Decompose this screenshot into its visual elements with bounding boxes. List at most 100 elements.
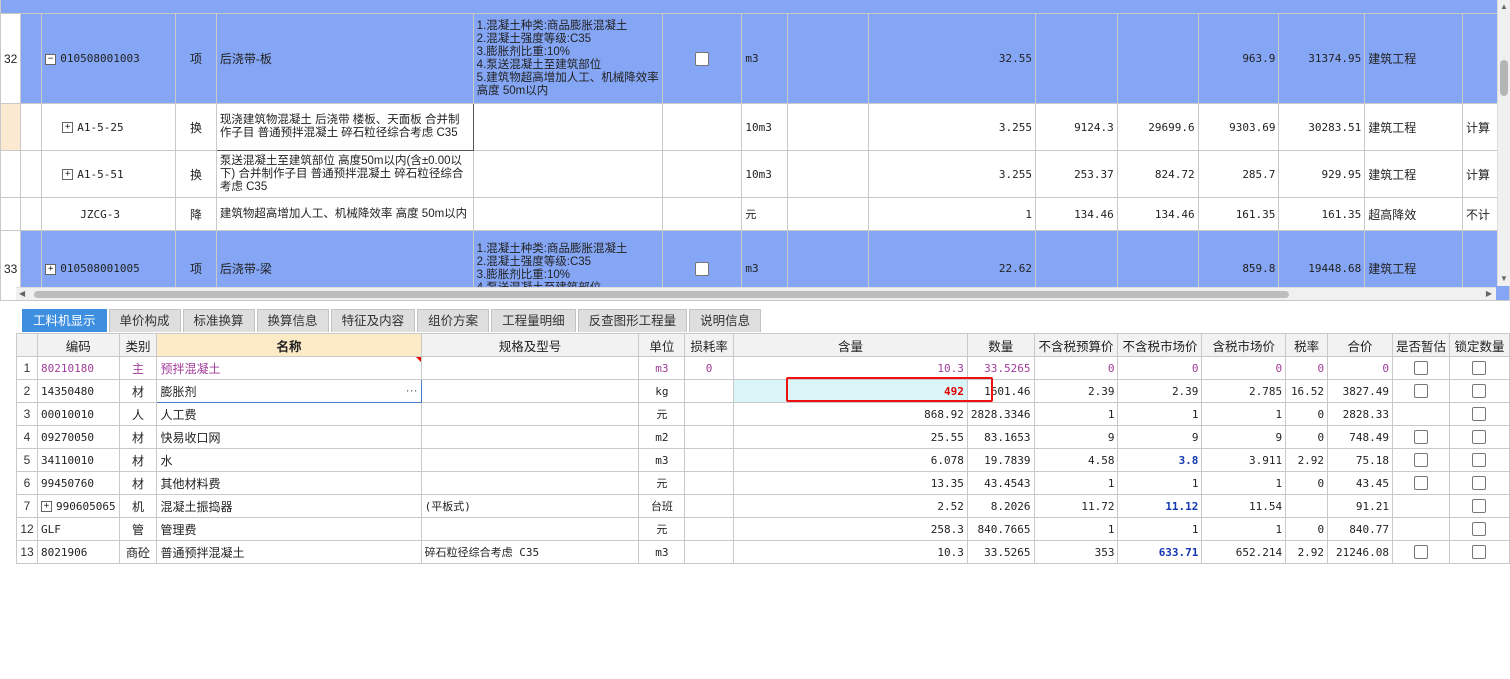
loss-rate[interactable] [684, 425, 735, 449]
scrollbar-thumb[interactable] [1500, 60, 1508, 96]
table-row[interactable]: 1 80210180 主预拌混凝土 m3 0 10.3 33.5265 0 0 0 0 0 [16, 356, 1510, 380]
column-header[interactable]: 税率 [1285, 333, 1329, 357]
resource-code[interactable]: 09270050 [36, 425, 120, 449]
tab-7[interactable]: 工程量明细 [491, 309, 576, 332]
checkbox-cell[interactable] [661, 197, 743, 231]
column-header[interactable]: 编码 [36, 333, 120, 357]
resource-name[interactable]: 预拌混凝土 [156, 356, 422, 380]
checkbox-cell[interactable] [661, 103, 743, 151]
table-row[interactable]: 13 8021906 商砼 普通预拌混凝土 碎石粒径综合考虑 C35 m3 10.3 33.5… [16, 540, 1510, 564]
market-price[interactable]: 3.8 [1117, 448, 1203, 472]
lock-quantity-checkbox[interactable] [1472, 430, 1487, 445]
estimate-checkbox[interactable] [1413, 453, 1428, 468]
vertical-scrollbar[interactable]: ▲ ▼ [1497, 0, 1510, 286]
list-row[interactable]: + A1-5-25 换现浇建筑物混凝土 后浇带 楼板、天面板 合并制作子目 普通预拌… [0, 103, 1510, 151]
list-row[interactable]: 32−010508001003 项后浇带-板 1.混凝土种类:商品膨胀混凝土 2.混凝… [0, 13, 1510, 104]
column-header[interactable]: 名称 [156, 333, 422, 357]
market-price[interactable]: 1 [1117, 402, 1203, 426]
tab-9[interactable]: 说明信息 [689, 309, 762, 332]
column-header[interactable]: 类别 [118, 333, 158, 357]
column-header[interactable]: 合价 [1327, 333, 1393, 357]
lock-cell[interactable] [1448, 402, 1510, 426]
loss-rate[interactable] [684, 379, 735, 403]
market-price[interactable]: 0 [1117, 356, 1203, 380]
estimate-cell[interactable] [1391, 425, 1450, 449]
estimate-checkbox[interactable] [1413, 361, 1428, 376]
content-amount[interactable]: 10.3 [733, 356, 968, 380]
column-header[interactable]: 是否暂估 [1391, 333, 1450, 357]
tab-5[interactable]: 特征及内容 [330, 309, 416, 332]
resource-name[interactable]: ··· 膨胀剂 [156, 379, 422, 403]
table-row[interactable]: 3 00010010 人人工费元 868.92 2828.3346 1 1 1 0 2828.33 [16, 402, 1510, 426]
item-name[interactable]: 现浇建筑物混凝土 后浇带 楼板、天面板 合并制作子目 普通预拌混凝土 碎石粒径综… [215, 103, 474, 151]
resource-name[interactable]: 管理费 [156, 517, 422, 541]
resource-code[interactable]: +990605065 [36, 494, 120, 518]
tab-4[interactable]: 换算信息 [256, 309, 329, 332]
estimate-checkbox[interactable] [1413, 476, 1428, 491]
tab-8[interactable]: 反查图形工程量 [577, 309, 688, 332]
table-row[interactable]: 4 09270050 材快易收口网 m2 25.55 83.1653 9 9 9 0 748.49 [16, 425, 1510, 449]
lock-quantity-checkbox[interactable] [1472, 545, 1487, 560]
lock-cell[interactable] [1448, 425, 1510, 449]
market-price[interactable]: 11.12 [1117, 494, 1203, 518]
item-name[interactable]: 后浇带-板 [215, 13, 474, 104]
expand-icon[interactable]: + [62, 169, 74, 180]
market-price[interactable]: 1 [1117, 471, 1203, 495]
lock-cell[interactable] [1448, 540, 1510, 564]
column-header[interactable]: 不含税市场价 [1117, 333, 1203, 357]
table-row[interactable]: 5 34110010 材水 m3 6.078 19.7839 4.58 3.8 3.911 2.9… [16, 448, 1510, 472]
estimate-cell[interactable] [1391, 356, 1450, 380]
estimate-cell[interactable] [1391, 402, 1450, 426]
content-amount[interactable]: 13.35 [733, 471, 968, 495]
column-header[interactable]: 规格及型号 [420, 333, 640, 357]
loss-rate[interactable] [684, 494, 735, 518]
scrollbar-thumb[interactable] [34, 291, 1289, 298]
market-price[interactable]: 633.71 [1117, 540, 1203, 564]
estimate-checkbox[interactable] [1413, 384, 1428, 399]
checkbox[interactable] [695, 261, 710, 276]
tab-1[interactable]: 工料机显示 [22, 309, 107, 332]
lock-cell[interactable] [1448, 471, 1510, 495]
column-header[interactable]: 含税市场价 [1201, 333, 1287, 357]
loss-rate[interactable] [684, 402, 735, 426]
market-price[interactable]: 2.39 [1117, 379, 1203, 403]
column-header[interactable]: 不含税预算价 [1033, 333, 1119, 357]
content-amount[interactable]: 6.078 [733, 448, 968, 472]
resource-code[interactable]: 14350480 [36, 379, 120, 403]
resource-name[interactable]: 混凝土振捣器 [156, 494, 422, 518]
estimate-cell[interactable] [1391, 517, 1450, 541]
table-row[interactable]: 2 14350480 材 ··· 膨胀剂 kg 492 1601.46 2.39 2.39 2.78… [16, 379, 1510, 403]
scroll-up-icon[interactable]: ▲ [1500, 2, 1508, 11]
estimate-cell[interactable] [1391, 540, 1450, 564]
content-amount[interactable]: 25.55 [733, 425, 968, 449]
item-name[interactable]: 建筑物超高增加人工、机械降效率 高度 50m以内 [215, 197, 474, 231]
estimate-cell[interactable] [1391, 379, 1450, 403]
resource-code[interactable]: 00010010 [36, 402, 120, 426]
column-header[interactable]: 单位 [638, 333, 686, 357]
resource-code[interactable]: 80210180 [36, 356, 120, 380]
item-code[interactable]: −010508001003 [41, 13, 177, 104]
lock-cell[interactable] [1448, 517, 1510, 541]
resource-name[interactable]: 水 [156, 448, 422, 472]
estimate-cell[interactable] [1391, 448, 1450, 472]
market-price[interactable]: 9 [1117, 425, 1203, 449]
item-code[interactable]: + A1-5-25 [41, 103, 177, 151]
lock-quantity-checkbox[interactable] [1472, 499, 1487, 514]
expand-icon[interactable]: + [45, 263, 57, 275]
item-code[interactable]: JZCG-3 [41, 197, 177, 231]
more-icon[interactable]: ··· [406, 383, 418, 397]
estimate-cell[interactable] [1391, 471, 1450, 495]
column-header[interactable]: 锁定数量 [1448, 333, 1510, 357]
content-amount[interactable]: 258.3 [733, 517, 968, 541]
lock-quantity-checkbox[interactable] [1472, 476, 1487, 491]
horizontal-scrollbar[interactable]: ◀ ▶ [16, 287, 1496, 300]
resource-code[interactable]: GLF [36, 517, 120, 541]
loss-rate[interactable] [684, 448, 735, 472]
estimate-cell[interactable] [1391, 494, 1450, 518]
scroll-left-icon[interactable]: ◀ [19, 289, 25, 298]
tab-2[interactable]: 单价构成 [108, 309, 181, 332]
loss-rate[interactable] [684, 540, 735, 564]
tab-6[interactable]: 组价方案 [417, 309, 490, 332]
lock-quantity-checkbox[interactable] [1472, 384, 1487, 399]
checkbox-cell[interactable] [661, 13, 743, 104]
